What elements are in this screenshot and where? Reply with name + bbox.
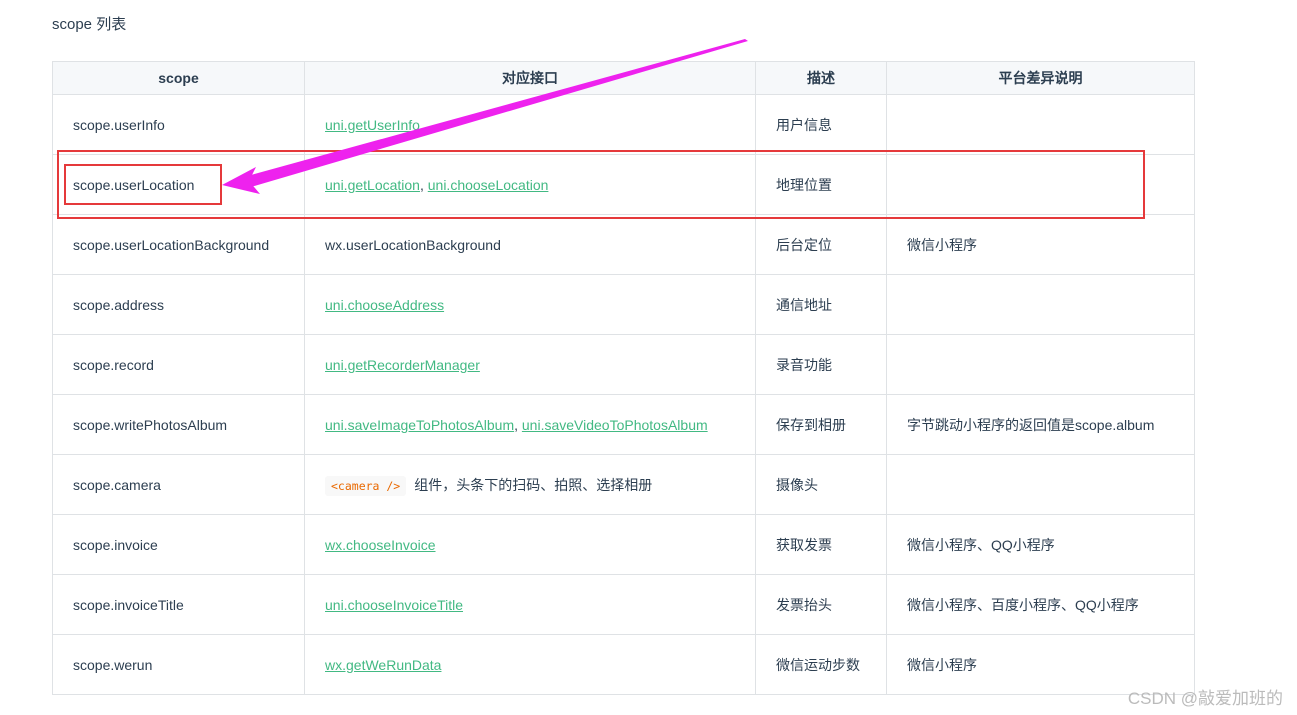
cell-description: 获取发票 bbox=[755, 514, 887, 575]
cell-api: uni.saveImageToPhotosAlbum, uni.saveVide… bbox=[304, 394, 756, 455]
cell-platform-notes bbox=[886, 94, 1195, 155]
table-row: scope.writePhotosAlbum uni.saveImageToPho… bbox=[52, 394, 1195, 455]
cell-scope: scope.invoice bbox=[52, 514, 305, 575]
table-row: scope.invoiceTitle uni.chooseInvoiceTitle… bbox=[52, 574, 1195, 635]
cell-api: wx.getWeRunData bbox=[304, 634, 756, 695]
cell-scope: scope.address bbox=[52, 274, 305, 335]
cell-scope: scope.record bbox=[52, 334, 305, 395]
cell-description: 用户信息 bbox=[755, 94, 887, 155]
cell-platform-notes: 字节跳动小程序的返回值是scope.album bbox=[886, 394, 1195, 455]
table-row: scope.userInfo uni.getUserInfo 用户信息 bbox=[52, 94, 1195, 155]
cell-api: uni.chooseAddress bbox=[304, 274, 756, 335]
header-scope: scope bbox=[52, 61, 305, 95]
cell-description: 保存到相册 bbox=[755, 394, 887, 455]
api-link[interactable]: uni.getUserInfo bbox=[325, 117, 420, 133]
api-link[interactable]: uni.chooseAddress bbox=[325, 297, 444, 313]
cell-api: wx.chooseInvoice bbox=[304, 514, 756, 575]
table-header-row: scope 对应接口 描述 平台差异说明 bbox=[52, 61, 1195, 95]
api-text: wx.userLocationBackground bbox=[325, 236, 501, 253]
cell-platform-notes bbox=[886, 154, 1195, 215]
cell-api: uni.getUserInfo bbox=[304, 94, 756, 155]
section-title: scope 列表 bbox=[52, 16, 127, 33]
api-link[interactable]: uni.chooseLocation bbox=[428, 177, 549, 193]
page: scope 列表 scope 对应接口 描述 平台差异说明 scope.user… bbox=[0, 0, 1297, 715]
api-link[interactable]: uni.saveVideoToPhotosAlbum bbox=[522, 417, 708, 433]
table-row: scope.camera <camera /> 组件，头条下的扫码、拍照、选择相册 摄… bbox=[52, 454, 1195, 515]
code-snippet: <camera /> bbox=[325, 475, 407, 496]
cell-platform-notes bbox=[886, 334, 1195, 395]
header-description: 描述 bbox=[755, 61, 887, 95]
cell-api: <camera /> 组件，头条下的扫码、拍照、选择相册 bbox=[304, 454, 756, 515]
cell-description: 地理位置 bbox=[755, 154, 887, 215]
api-link[interactable]: uni.saveImageToPhotosAlbum bbox=[325, 417, 514, 433]
cell-scope: scope.userLocationBackground bbox=[52, 214, 305, 275]
api-link[interactable]: uni.getRecorderManager bbox=[325, 357, 480, 373]
table-body: scope.userInfo uni.getUserInfo 用户信息 scope.u… bbox=[52, 94, 1195, 695]
cell-api: uni.getRecorderManager bbox=[304, 334, 756, 395]
api-link[interactable]: wx.chooseInvoice bbox=[325, 537, 436, 553]
cell-scope: scope.invoiceTitle bbox=[52, 574, 305, 635]
api-separator: , bbox=[514, 416, 522, 433]
table-row: scope.werun wx.getWeRunData 微信运动步数 微信小程序 bbox=[52, 634, 1195, 695]
cell-description: 录音功能 bbox=[755, 334, 887, 395]
watermark: CSDN @敲爱加班的 bbox=[1127, 689, 1283, 708]
table-row: scope.address uni.chooseAddress 通信地址 bbox=[52, 274, 1195, 335]
cell-description: 发票抬头 bbox=[755, 574, 887, 635]
cell-platform-notes bbox=[886, 454, 1195, 515]
api-link[interactable]: uni.getLocation bbox=[325, 177, 420, 193]
cell-scope: scope.userInfo bbox=[52, 94, 305, 155]
api-text: 组件，头条下的扫码、拍照、选择相册 bbox=[414, 476, 653, 493]
api-link[interactable]: wx.getWeRunData bbox=[325, 657, 441, 673]
table-row: scope.userLocation uni.getLocation, uni.c… bbox=[52, 154, 1195, 215]
cell-platform-notes: 微信小程序、百度小程序、QQ小程序 bbox=[886, 574, 1195, 635]
cell-api: uni.getLocation, uni.chooseLocation bbox=[304, 154, 756, 215]
cell-platform-notes: 微信小程序、QQ小程序 bbox=[886, 514, 1195, 575]
table-row: scope.record uni.getRecorderManager 录音功能 bbox=[52, 334, 1195, 395]
cell-description: 微信运动步数 bbox=[755, 634, 887, 695]
api-separator: , bbox=[419, 176, 428, 193]
cell-scope: scope.camera bbox=[52, 454, 305, 515]
cell-scope: scope.writePhotosAlbum bbox=[52, 394, 305, 455]
cell-platform-notes bbox=[886, 274, 1195, 335]
scope-table: scope 对应接口 描述 平台差异说明 scope.userInfo uni.g… bbox=[52, 61, 1195, 695]
header-platform-notes: 平台差异说明 bbox=[886, 61, 1195, 95]
cell-description: 后台定位 bbox=[755, 214, 887, 275]
table-row: scope.userLocationBackground wx.userLocat… bbox=[52, 214, 1195, 275]
cell-api: wx.userLocationBackground bbox=[304, 214, 756, 275]
cell-description: 通信地址 bbox=[755, 274, 887, 335]
cell-platform-notes: 微信小程序 bbox=[886, 214, 1195, 275]
cell-scope: scope.werun bbox=[52, 634, 305, 695]
cell-scope: scope.userLocation bbox=[52, 154, 305, 215]
api-link[interactable]: uni.chooseInvoiceTitle bbox=[325, 597, 463, 613]
cell-description: 摄像头 bbox=[755, 454, 887, 515]
table-row: scope.invoice wx.chooseInvoice 获取发票 微信小程序、Q… bbox=[52, 514, 1195, 575]
cell-api: uni.chooseInvoiceTitle bbox=[304, 574, 756, 635]
header-api: 对应接口 bbox=[304, 61, 756, 95]
